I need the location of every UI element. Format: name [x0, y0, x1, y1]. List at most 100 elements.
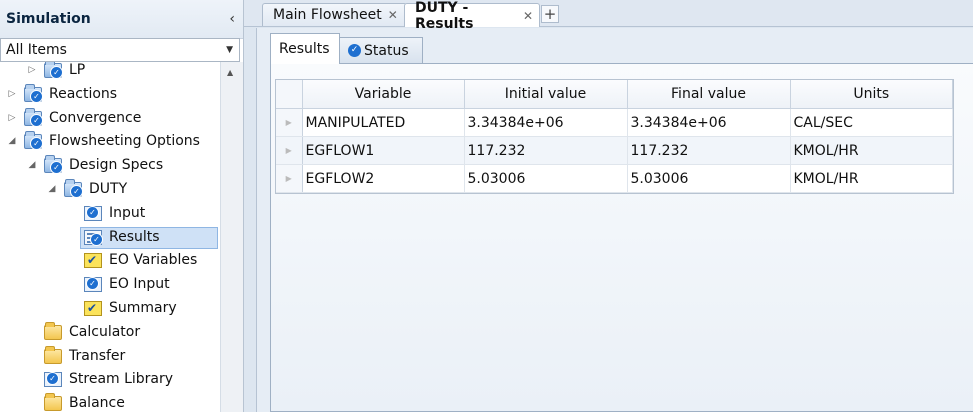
cell-initial-value[interactable]: 3.34384e+06 [464, 108, 628, 137]
collapse-arrow-icon[interactable]: ◢ [46, 182, 58, 196]
row-selector-header[interactable] [276, 80, 303, 109]
tree-item-summary[interactable]: Summary [0, 298, 220, 320]
shield-check-icon [84, 301, 102, 316]
collapse-arrow-icon[interactable]: ◢ [6, 134, 18, 148]
tree-scrollbar[interactable]: ▲ [220, 62, 243, 412]
tree-item-label: Flowsheeting Options [49, 133, 200, 150]
tree-item-eo-variables[interactable]: EO Variables [0, 250, 220, 272]
status-check-icon: ✓ [348, 44, 361, 57]
cell-final-value[interactable]: 3.34384e+06 [627, 108, 791, 137]
form-check-icon: ✓ [84, 205, 102, 221]
tree-item-convergence[interactable]: ▷ ✓ Convergence [0, 107, 220, 130]
collapse-arrow-icon[interactable]: ◢ [26, 158, 38, 172]
cell-variable[interactable]: EGFLOW1 [302, 136, 465, 165]
tab-label: DUTY - Results [415, 0, 474, 32]
tree-item-calculator[interactable]: Calculator [0, 321, 220, 344]
tree-item-stream-library[interactable]: ✓ Stream Library [0, 369, 220, 391]
tree-item-transfer[interactable]: Transfer [0, 345, 220, 368]
check-badge-icon: ✓ [50, 161, 63, 175]
folder-check-icon: ✓ [64, 179, 83, 198]
tree-item-label: Reactions [49, 85, 118, 102]
column-header-initial-value[interactable]: Initial value [464, 80, 628, 109]
tab-main-flowsheet[interactable]: Main Flowsheet ✕ [262, 3, 407, 26]
tree-item-reactions[interactable]: ▷ ✓ Reactions [0, 83, 220, 106]
check-badge-icon: ✓ [70, 185, 83, 198]
tree-item-label: Design Specs [69, 157, 164, 174]
cell-units[interactable]: KMOL/HR [790, 164, 953, 193]
scroll-up-icon[interactable]: ▲ [227, 68, 233, 77]
tree-item-label: Input [109, 204, 146, 221]
tree-item-results[interactable]: ✓ Results [0, 226, 220, 249]
cell-initial-value[interactable]: 5.03006 [464, 164, 628, 193]
check-badge-icon: ✓ [30, 137, 43, 151]
check-badge-icon: ✓ [50, 66, 63, 79]
tree-item-flowsheeting-options[interactable]: ◢ ✓ Flowsheeting Options [0, 131, 220, 153]
tab-results[interactable]: Results [270, 33, 340, 64]
results-form: Results ✓ Status Variable Initial value … [256, 28, 973, 412]
navigation-tree: ▷ ✓ LP ▷ ✓ Reactions ▷ ✓ Convergence ◢ ✓ Flowsheeti… [0, 62, 220, 412]
tree-item-design-specs[interactable]: ◢ ✓ Design Specs [0, 155, 220, 177]
check-badge-icon: ✓ [86, 277, 99, 291]
column-header-units[interactable]: Units [790, 80, 953, 109]
tree-item-eo-input[interactable]: ✓ EO Input [0, 274, 220, 296]
tree-item-label: EO Variables [109, 252, 198, 269]
new-tab-icon[interactable]: + [541, 5, 559, 23]
close-icon[interactable]: ✕ [388, 8, 398, 22]
results-check-icon: ✓ [84, 229, 103, 246]
folder-icon [44, 393, 62, 412]
grid-header-row: Variable Initial value Final value Units [276, 80, 953, 109]
row-selector[interactable]: ▶ [276, 164, 303, 193]
cell-variable[interactable]: EGFLOW2 [302, 164, 465, 193]
expand-arrow-icon[interactable]: ▷ [26, 63, 38, 77]
folder-icon [44, 345, 62, 364]
table-row[interactable]: ▶ MANIPULATED 3.34384e+06 3.34384e+06 CA… [276, 108, 953, 137]
tree-item-lp[interactable]: ▷ ✓ LP [0, 62, 220, 82]
folder-check-icon: ✓ [44, 155, 63, 175]
tab-label: Status [364, 42, 409, 59]
chevron-left-icon[interactable]: ‹ [229, 11, 235, 27]
tab-status[interactable]: ✓ Status [339, 37, 423, 63]
expand-arrow-icon[interactable]: ▷ [6, 87, 18, 101]
close-icon[interactable]: ✕ [523, 9, 533, 23]
tree-item-label: Results [109, 228, 160, 245]
chevron-down-icon[interactable]: ▼ [226, 45, 233, 55]
items-filter-dropdown[interactable]: All Items ▼ [0, 38, 240, 62]
app-window: Simulation ‹ All Items ▼ ▷ ✓ LP ▷ ✓ Reactions… [0, 0, 973, 412]
document-tab-strip: Main Flowsheet ✕ DUTY - Results ✕ + [244, 0, 973, 32]
tree-item-label: Calculator [69, 323, 141, 340]
table-row[interactable]: ▶ EGFLOW1 117.232 117.232 KMOL/HR [276, 136, 953, 165]
cell-final-value[interactable]: 117.232 [627, 136, 791, 165]
shield-check-icon [84, 253, 102, 269]
tree-item-input[interactable]: ✓ Input [0, 203, 220, 225]
row-selector[interactable]: ▶ [276, 108, 303, 137]
tree-item-label: LP [69, 62, 86, 78]
tree-item-label: Convergence [49, 109, 142, 126]
tree-item-label: Summary [109, 300, 177, 316]
row-selector[interactable]: ▶ [276, 136, 303, 165]
check-badge-icon: ✓ [30, 89, 43, 103]
folder-icon [44, 321, 62, 340]
nav-header: Simulation ‹ [0, 0, 243, 39]
cell-variable[interactable]: MANIPULATED [302, 108, 465, 137]
nav-title: Simulation [6, 11, 91, 27]
tree-item-label: Stream Library [69, 371, 174, 388]
tree-item-duty[interactable]: ◢ ✓ DUTY [0, 179, 220, 201]
expand-arrow-icon[interactable]: ▷ [6, 111, 18, 125]
form-check-icon: ✓ [84, 277, 102, 293]
column-header-variable[interactable]: Variable [302, 80, 465, 109]
tab-duty-results[interactable]: DUTY - Results ✕ [404, 0, 540, 32]
cell-units[interactable]: KMOL/HR [790, 136, 953, 165]
folder-check-icon: ✓ [24, 131, 43, 151]
results-panel: Variable Initial value Final value Units… [270, 63, 973, 412]
folder-check-icon: ✓ [44, 62, 63, 79]
cell-initial-value[interactable]: 117.232 [464, 136, 628, 165]
cell-final-value[interactable]: 5.03006 [627, 164, 791, 193]
tree-item-label: EO Input [109, 276, 170, 293]
check-badge-icon: ✓ [86, 205, 99, 219]
cell-units[interactable]: CAL/SEC [790, 108, 953, 137]
table-row[interactable]: ▶ EGFLOW2 5.03006 5.03006 KMOL/HR [276, 164, 953, 193]
filter-value: All Items [6, 42, 67, 58]
tree-item-balance[interactable]: Balance [0, 393, 220, 412]
results-grid: Variable Initial value Final value Units… [275, 79, 954, 194]
column-header-final-value[interactable]: Final value [627, 80, 791, 109]
